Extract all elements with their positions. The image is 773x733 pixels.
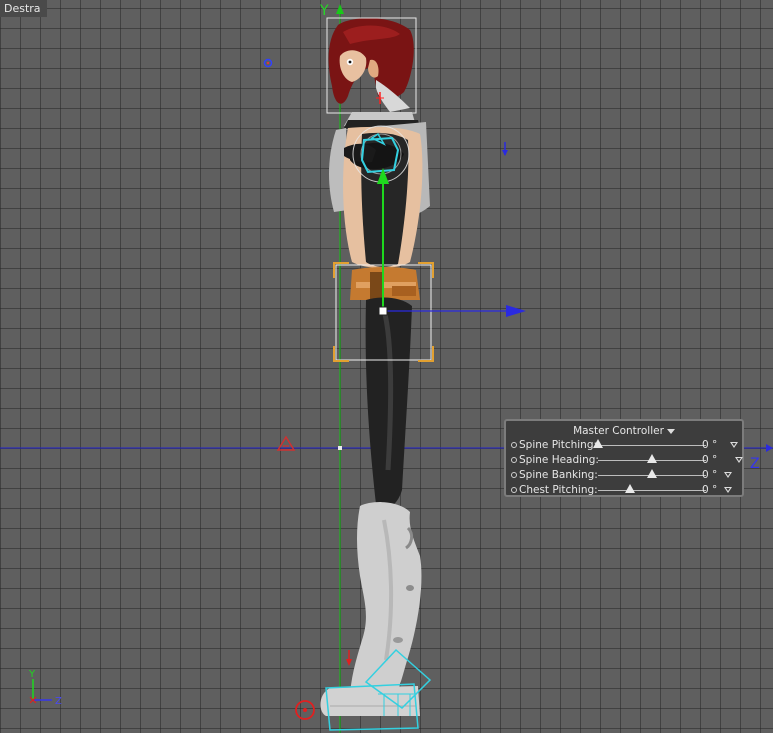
control-label: Spine Pitching:	[519, 439, 598, 451]
orientation-gizmo: Y Z	[28, 669, 62, 707]
orientation-z-label: Z	[55, 696, 62, 707]
radio-icon[interactable]	[511, 472, 517, 478]
dropdown-arrow-icon[interactable]	[724, 487, 732, 493]
gizmo-z-arrow-icon[interactable]	[506, 305, 526, 317]
3d-viewport[interactable]: Y Z Y Z Destra Master Controller Spine P…	[0, 0, 773, 733]
scene-canvas[interactable]: Y Z Y Z	[0, 0, 773, 733]
control-row-spine-heading: Spine Heading: 0 °	[510, 453, 744, 467]
heel-controller-center	[303, 708, 307, 712]
control-label: Spine Heading:	[519, 454, 599, 466]
character-head[interactable]	[328, 18, 414, 112]
slider-thumb-icon[interactable]	[625, 484, 636, 493]
master-controller-title: Master Controller	[573, 425, 664, 437]
spine-banking-slider[interactable]	[598, 469, 706, 478]
target-marker-arrow	[502, 150, 508, 156]
master-controller-header[interactable]: Master Controller	[506, 424, 742, 438]
origin-marker	[338, 446, 342, 450]
z-axis-arrow-icon	[766, 444, 773, 452]
control-row-spine-pitching: Spine Pitching: 0 °	[510, 438, 744, 452]
control-value: 0 °	[702, 469, 718, 481]
slider-thumb-icon[interactable]	[593, 439, 603, 448]
control-value: 0 °	[702, 454, 718, 466]
control-value: 0 °	[702, 484, 718, 496]
spine-pitching-slider[interactable]	[593, 439, 706, 448]
control-row-spine-banking: Spine Banking: 0 °	[510, 468, 744, 482]
gizmo-center-handle[interactable]	[378, 306, 388, 316]
radio-icon[interactable]	[511, 487, 517, 493]
dropdown-arrow-icon[interactable]	[730, 442, 738, 448]
dropdown-arrow-icon[interactable]	[735, 457, 743, 463]
orientation-y-label: Y	[28, 669, 36, 680]
world-y-axis-label: Y	[319, 3, 329, 19]
light-marker-center	[267, 62, 269, 64]
y-axis-arrow-icon	[336, 4, 344, 14]
dropdown-arrow-icon[interactable]	[724, 472, 732, 478]
slider-thumb-icon[interactable]	[647, 454, 657, 463]
world-z-axis-label: Z	[750, 456, 760, 472]
radio-icon[interactable]	[511, 457, 517, 463]
control-label: Chest Pitching:	[519, 484, 598, 496]
control-label: Spine Banking:	[519, 469, 598, 481]
character-torso[interactable]	[329, 122, 430, 268]
chest-pitching-slider[interactable]	[598, 484, 706, 493]
foot-ik-marker-arrow	[346, 659, 352, 666]
slider-thumb-icon[interactable]	[647, 469, 657, 478]
radio-icon[interactable]	[511, 442, 517, 448]
control-row-chest-pitching: Chest Pitching: 0 °	[510, 483, 744, 497]
control-value: 0 °	[702, 439, 718, 451]
viewport-title: Destra	[0, 0, 47, 17]
master-controller-panel[interactable]: Master Controller Spine Pitching: 0 ° Sp…	[504, 419, 744, 497]
spine-heading-slider[interactable]	[598, 454, 706, 463]
character-belt[interactable]	[350, 267, 420, 302]
chevron-down-icon[interactable]	[666, 428, 675, 434]
